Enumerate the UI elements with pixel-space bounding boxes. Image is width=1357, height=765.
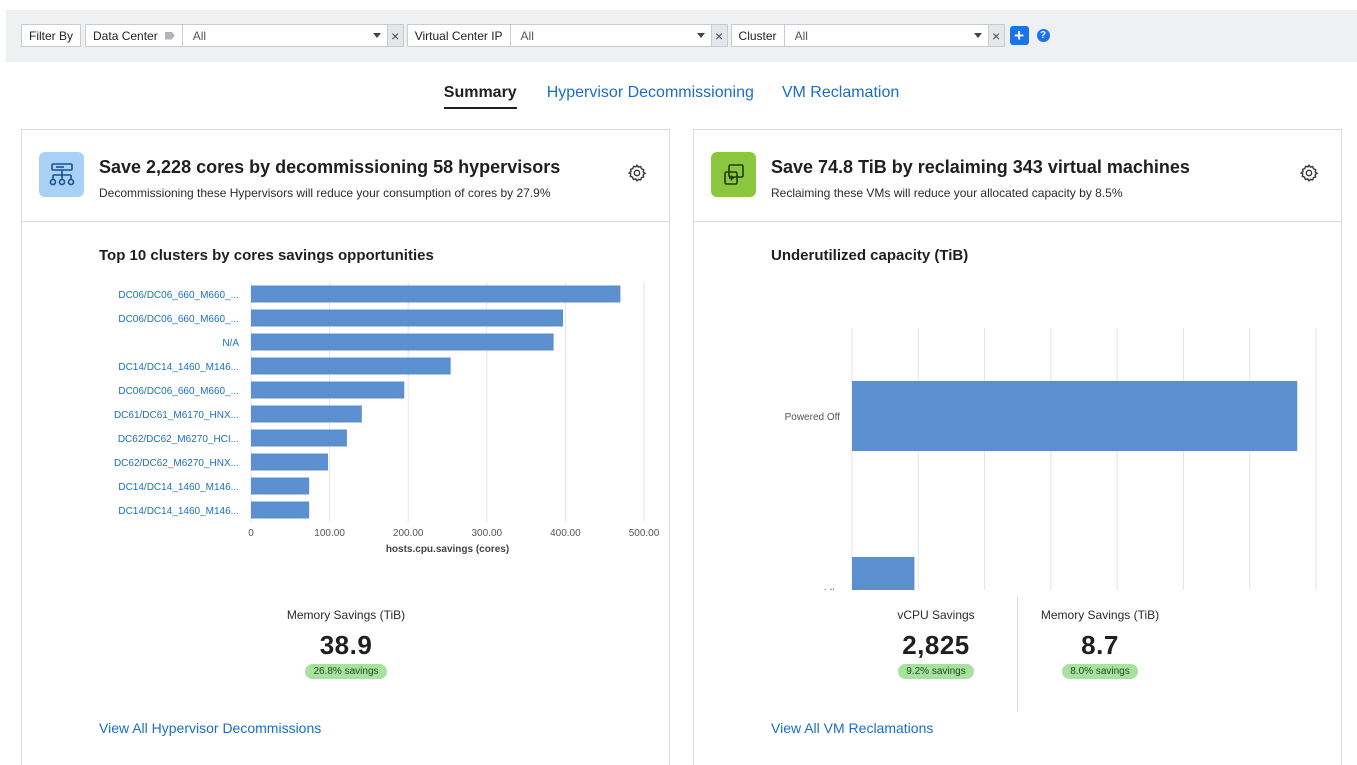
tab-vm-reclamation[interactable]: VM Reclamation [768,84,913,109]
x-tick-label: 400.00 [550,528,581,539]
clear-data-center-button[interactable]: × [387,24,404,47]
bar[interactable] [251,405,362,423]
category-label[interactable]: DC06/DC06_660_M660_... [118,290,239,301]
help-icon[interactable]: ? [1036,29,1050,42]
bar[interactable] [251,285,621,303]
category-label[interactable]: DC14/DC14_1460_M146... [118,506,239,517]
data-center-filter-label: Data Center [86,25,183,46]
vm-card-header: Save 74.8 TiB by reclaiming 343 virtual … [694,130,1341,222]
vcenter-ip-select[interactable]: All [511,25,711,46]
memory-savings-value: 38.9 [319,630,373,660]
bar[interactable] [251,429,347,447]
tab-summary[interactable]: Summary [443,84,517,109]
clear-cluster-button[interactable]: × [988,24,1005,47]
filter-row: Filter By Data Center All × Virtual Cent… [21,24,1050,47]
bar[interactable] [852,557,915,590]
vm-memory-savings-stat: Memory Savings (TiB) 8.7 8.0% savings [1010,608,1190,679]
gear-icon[interactable] [627,163,647,183]
hypervisor-card-subtitle: Decommissioning these Hypervisors will r… [99,186,551,200]
view-all-hypervisor-decommissions-link[interactable]: View All Hypervisor Decommissions [99,720,321,736]
vcpu-savings-badge: 9.2% savings [898,664,974,679]
x-tick-label: 500.00 [629,528,660,539]
vcenter-ip-value: All [520,28,534,43]
vm-memory-savings-label: Memory Savings (TiB) [1040,608,1160,622]
tab-bar: Summary Hypervisor Decommissioning VM Re… [0,84,1357,109]
bar[interactable] [251,477,310,495]
vcenter-ip-filter-label: Virtual Center IP [408,25,511,46]
server-rack-icon [39,152,84,197]
category-label[interactable]: DC06/DC06_660_M660_... [118,314,239,325]
memory-savings-label: Memory Savings (TiB) [286,608,406,622]
bar[interactable] [251,453,329,471]
clear-vcenter-ip-button[interactable]: × [711,24,728,47]
vcpu-savings-value: 2,825 [902,630,970,660]
filter-by-label: Filter By [21,24,82,47]
bar[interactable] [251,333,554,351]
bar[interactable] [251,381,405,399]
bar[interactable] [852,381,1298,451]
gear-icon[interactable] [1299,163,1319,183]
cluster-value: All [794,28,808,43]
category-label[interactable]: DC14/DC14_1460_M146... [118,482,239,493]
data-center-select[interactable]: All [183,25,387,46]
chevron-down-icon [973,33,982,38]
category-label[interactable]: DC06/DC06_660_M660_... [118,386,239,397]
capacity-chart-title: Underutilized capacity (TiB) [771,247,969,264]
vm-card-subtitle: Reclaiming these VMs will reduce your al… [771,186,1123,200]
vcpu-savings-stat: vCPU Savings 2,825 9.2% savings [846,608,1026,679]
data-center-filter: Data Center All [85,24,388,47]
cores-savings-chart: 0 100.00 200.00 300.00 400.00 500.00 DC06/DC06… [114,282,660,555]
hypervisor-card-title: Save 2,228 cores by decommissioning 58 h… [99,157,561,177]
chevron-down-icon [372,33,381,38]
vcenter-ip-filter: Virtual Center IP All [406,24,712,47]
hypervisor-card-header: Save 2,228 cores by decommissioning 58 h… [22,130,669,222]
vm-card-title: Save 74.8 TiB by reclaiming 343 virtual … [771,157,1190,177]
cores-chart-title: Top 10 clusters by cores savings opportu… [99,247,434,264]
bar[interactable] [251,309,564,327]
category-label[interactable]: DC62/DC62_M6270_HNX... [114,458,239,469]
category-label[interactable]: DC61/DC61_M6170_HNX... [114,410,239,421]
vm-memory-savings-value: 8.7 [1081,630,1119,660]
underutilized-capacity-chart: 09.7719.5329.3039.0648.8358.5968.36Power… [785,328,1317,590]
view-all-vm-reclamations-link[interactable]: View All VM Reclamations [771,720,933,736]
tab-hypervisor-decommissioning[interactable]: Hypervisor Decommissioning [533,84,768,109]
hypervisor-card: Save 2,228 cores by decommissioning 58 h… [21,129,670,765]
memory-savings-badge: 26.8% savings [305,664,387,679]
memory-savings-stat: Memory Savings (TiB) 38.9 26.8% savings [246,608,446,679]
vcpu-savings-label: vCPU Savings [897,608,975,622]
x-tick-label: 200.00 [393,528,424,539]
tag-icon [164,31,175,40]
chevron-down-icon [696,33,705,38]
x-axis-title: hosts.cpu.savings (cores) [386,544,509,555]
cluster-select[interactable]: All [785,25,988,46]
bar[interactable] [251,501,310,519]
x-tick-label: 0 [248,528,254,539]
vm-copy-icon [711,152,756,197]
vm-reclamation-card: Save 74.8 TiB by reclaiming 343 virtual … [693,129,1342,765]
add-filter-button[interactable]: + [1009,26,1029,45]
cluster-filter: Cluster All [730,24,989,47]
category-label[interactable]: N/A [222,338,239,349]
cluster-filter-label: Cluster [732,25,785,46]
category-label[interactable]: DC14/DC14_1460_M146... [118,362,239,373]
data-center-value: All [192,28,207,43]
x-tick-label: 300.00 [472,528,503,539]
category-label: Powered Off [785,412,841,423]
x-tick-label: 100.00 [314,528,345,539]
bar[interactable] [251,357,451,375]
filter-bar: Filter By Data Center All × Virtual Cent… [6,10,1357,62]
data-center-label-text: Data Center [93,28,158,43]
vm-memory-savings-badge: 8.0% savings [1062,664,1138,679]
category-label[interactable]: DC62/DC62_M6270_HCI... [118,434,239,445]
category-label: Idle [824,588,841,590]
